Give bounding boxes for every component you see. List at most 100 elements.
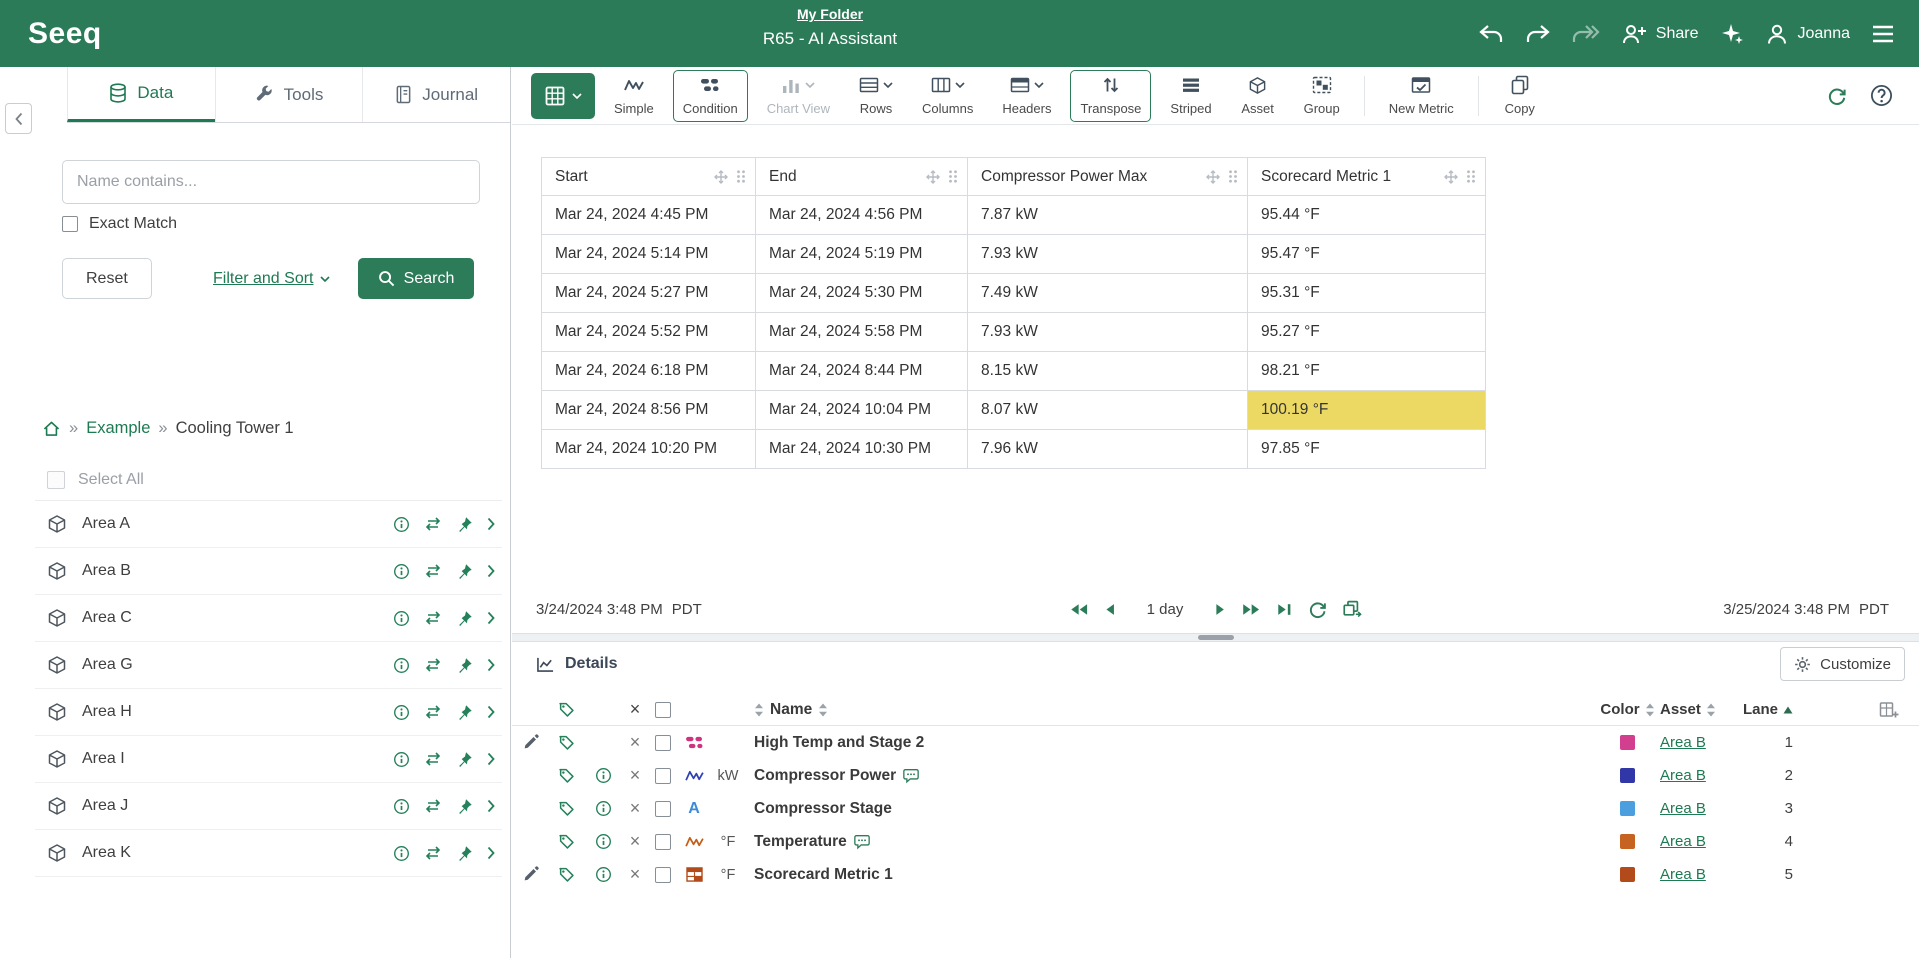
sort-icon[interactable]: [1706, 703, 1716, 717]
tab-tools[interactable]: Tools: [215, 67, 363, 122]
range-end-timezone[interactable]: PDT: [1859, 601, 1889, 618]
table-row[interactable]: Mar 24, 2024 8:56 PMMar 24, 2024 10:04 P…: [542, 391, 1486, 430]
list-item[interactable]: Area H: [35, 689, 502, 736]
name-column-header[interactable]: Name: [770, 701, 812, 719]
refresh-icon[interactable]: [1827, 86, 1847, 106]
range-start-datetime[interactable]: 3/24/2024 3:48 PM: [536, 601, 663, 618]
swap-icon[interactable]: [424, 846, 442, 860]
chevron-right-icon[interactable]: [487, 705, 495, 719]
list-item[interactable]: Area C: [35, 595, 502, 642]
color-column-header[interactable]: Color: [1600, 701, 1639, 718]
info-icon[interactable]: [393, 704, 410, 721]
pin-icon[interactable]: [456, 751, 473, 768]
remove-icon[interactable]: ×: [622, 798, 648, 819]
column-header-metric[interactable]: Scorecard Metric 1: [1248, 158, 1486, 196]
label-icon[interactable]: [548, 734, 584, 751]
asset-link[interactable]: Area B: [1660, 866, 1706, 883]
column-header-power[interactable]: Compressor Power Max: [968, 158, 1248, 196]
item-name[interactable]: Compressor Stage: [754, 800, 892, 818]
label-icon[interactable]: [548, 866, 584, 883]
filter-and-sort-link[interactable]: Filter and Sort: [213, 258, 330, 299]
remove-icon[interactable]: ×: [622, 732, 648, 753]
table-row[interactable]: Mar 24, 2024 4:45 PMMar 24, 2024 4:56 PM…: [542, 196, 1486, 235]
sort-icon[interactable]: [754, 703, 764, 717]
asset-column-header[interactable]: Asset: [1660, 701, 1701, 718]
exact-match-checkbox[interactable]: [62, 216, 78, 232]
info-icon[interactable]: [584, 866, 622, 883]
splitter-handle[interactable]: [1198, 635, 1234, 640]
color-swatch[interactable]: [1620, 834, 1635, 849]
edit-icon[interactable]: [512, 866, 548, 883]
swap-icon[interactable]: [424, 658, 442, 672]
item-name[interactable]: Scorecard Metric 1: [754, 866, 893, 884]
info-icon[interactable]: [393, 751, 410, 768]
remove-all-icon[interactable]: ×: [622, 699, 648, 720]
item-name[interactable]: Temperature: [754, 833, 847, 851]
my-folder-link[interactable]: My Folder: [763, 6, 897, 22]
step-back-half-icon[interactable]: [1103, 602, 1116, 617]
details-row[interactable]: × A Compressor Stage Area B 3: [512, 792, 1919, 825]
item-name[interactable]: High Temp and Stage 2: [754, 734, 924, 752]
column-menu-icon[interactable]: [1465, 169, 1477, 184]
sort-icon[interactable]: [1645, 703, 1655, 717]
move-icon[interactable]: [714, 170, 728, 184]
info-icon[interactable]: [393, 610, 410, 627]
redo-button[interactable]: [1525, 23, 1551, 45]
info-icon[interactable]: [393, 845, 410, 862]
item-checkbox[interactable]: [655, 801, 671, 817]
column-header-start[interactable]: Start: [542, 158, 756, 196]
pin-icon[interactable]: [456, 798, 473, 815]
color-swatch[interactable]: [1620, 768, 1635, 783]
copy-button[interactable]: Copy: [1493, 70, 1547, 122]
new-metric-button[interactable]: New Metric: [1379, 70, 1464, 122]
item-checkbox[interactable]: [655, 834, 671, 850]
details-row[interactable]: × High Temp and Stage 2 Area B 1: [512, 726, 1919, 759]
group-button[interactable]: Group: [1294, 70, 1350, 122]
column-header-end[interactable]: End: [756, 158, 968, 196]
swap-icon[interactable]: [424, 564, 442, 578]
item-checkbox[interactable]: [655, 867, 671, 883]
move-icon[interactable]: [1444, 170, 1458, 184]
share-button[interactable]: Share: [1621, 22, 1699, 46]
auto-update-icon[interactable]: [1308, 600, 1327, 619]
striped-button[interactable]: Striped: [1160, 70, 1221, 122]
tab-data[interactable]: Data: [67, 67, 215, 122]
hamburger-menu-icon[interactable]: [1871, 24, 1895, 44]
label-icon[interactable]: [548, 800, 584, 817]
ai-assistant-icon[interactable]: [1720, 22, 1744, 46]
info-icon[interactable]: [584, 833, 622, 850]
label-icon[interactable]: [548, 833, 584, 850]
move-icon[interactable]: [926, 170, 940, 184]
list-item[interactable]: Area I: [35, 736, 502, 783]
info-icon[interactable]: [584, 800, 622, 817]
list-item[interactable]: Area B: [35, 548, 502, 595]
item-checkbox[interactable]: [655, 768, 671, 784]
asset-link[interactable]: Area B: [1660, 833, 1706, 850]
asset-link[interactable]: Area B: [1660, 734, 1706, 751]
item-name[interactable]: Compressor Power: [754, 767, 896, 785]
home-icon[interactable]: [42, 420, 61, 437]
asset-link[interactable]: Area B: [1660, 767, 1706, 784]
search-input[interactable]: [62, 160, 480, 204]
step-back-full-icon[interactable]: [1069, 602, 1088, 617]
chart-view-button[interactable]: Chart View: [757, 70, 840, 122]
redo-all-button[interactable]: [1572, 23, 1600, 45]
headers-button[interactable]: Headers: [992, 70, 1061, 122]
move-icon[interactable]: [1206, 170, 1220, 184]
simple-table-button[interactable]: Simple: [604, 70, 664, 122]
columns-button[interactable]: Columns: [912, 70, 983, 122]
info-icon[interactable]: [393, 563, 410, 580]
color-swatch[interactable]: [1620, 801, 1635, 816]
remove-icon[interactable]: ×: [622, 765, 648, 786]
help-icon[interactable]: [1870, 84, 1893, 107]
color-swatch[interactable]: [1620, 735, 1635, 750]
select-all-checkbox[interactable]: [47, 471, 65, 489]
chevron-right-icon[interactable]: [487, 517, 495, 531]
remove-icon[interactable]: ×: [622, 864, 648, 885]
step-to-end-icon[interactable]: [1276, 602, 1293, 617]
user-menu[interactable]: Joanna: [1765, 22, 1851, 46]
table-row[interactable]: Mar 24, 2024 6:18 PMMar 24, 2024 8:44 PM…: [542, 352, 1486, 391]
table-row[interactable]: Mar 24, 2024 5:14 PMMar 24, 2024 5:19 PM…: [542, 235, 1486, 274]
step-forward-full-icon[interactable]: [1242, 602, 1261, 617]
reset-button[interactable]: Reset: [62, 258, 152, 299]
